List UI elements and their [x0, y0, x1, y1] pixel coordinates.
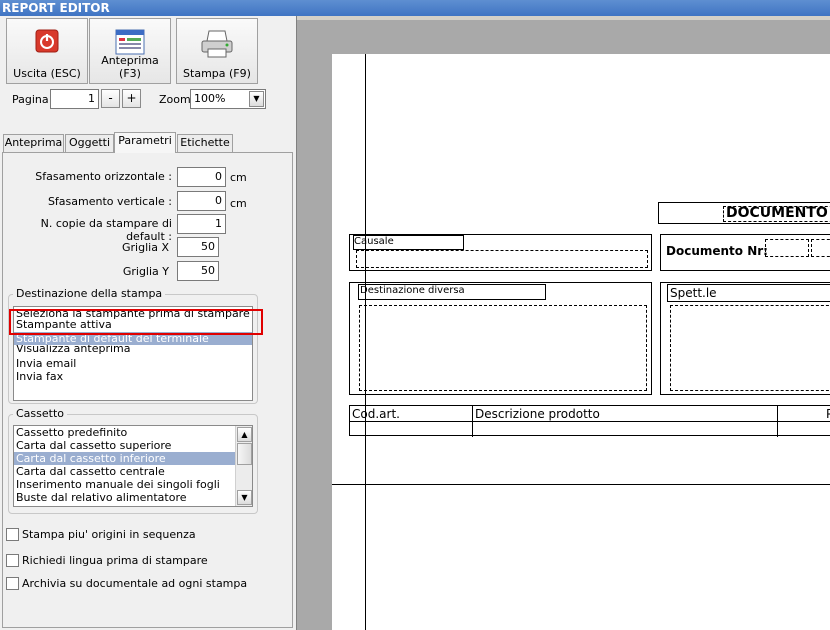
copies-input[interactable]: 1: [177, 214, 226, 234]
guide-line-horizontal: [332, 484, 830, 485]
h-offset-label: Sfasamento orizzontale :: [35, 170, 172, 183]
preview-window-icon: [115, 29, 145, 55]
grid-x-input[interactable]: 50: [177, 237, 219, 257]
print-button[interactable]: Stampa (F9): [176, 18, 258, 84]
exit-button[interactable]: Uscita (ESC): [6, 18, 88, 84]
list-item[interactable]: Cassetto predefinito: [14, 426, 252, 439]
destination-title: Destinazione della stampa: [13, 287, 166, 300]
tab-oggetti[interactable]: Oggetti: [65, 134, 114, 152]
preview-top-strip: [297, 16, 830, 20]
page-next-button[interactable]: +: [122, 89, 141, 108]
causale-field[interactable]: [356, 250, 648, 268]
list-item[interactable]: Buste dal relativo alimentatore: [14, 491, 252, 504]
list-item-selected[interactable]: Carta dal cassetto inferiore: [14, 452, 235, 465]
scroll-down-icon[interactable]: ▼: [237, 490, 252, 505]
archive-document-label: Archivia su documentale ad ogni stampa: [22, 577, 248, 590]
list-item[interactable]: Invia fax: [14, 370, 252, 383]
list-item[interactable]: Visualizza anteprima: [14, 345, 252, 357]
list-item[interactable]: Inserimento manuale dei singoli fogli: [14, 478, 252, 491]
print-label: Stampa (F9): [183, 67, 251, 80]
tab-strip: Anteprima Oggetti Parametri Etichette: [0, 132, 296, 153]
doc-number-label: Documento Nr:: [666, 244, 768, 258]
tray-list[interactable]: Cassetto predefinito Carta dal cassetto …: [13, 425, 253, 507]
window-title: REPORT EDITOR: [0, 0, 830, 16]
list-item[interactable]: Carta dal cassetto superiore: [14, 439, 252, 452]
preview-label: Anteprima (F3): [101, 54, 159, 80]
scroll-thumb[interactable]: [237, 443, 252, 465]
items-col-divider-2: [777, 406, 778, 437]
ask-language-label: Richiedi lingua prima di stampare: [22, 554, 208, 567]
copies-label: N. copie da stampare di default :: [40, 217, 172, 243]
list-item[interactable]: Invia email: [14, 357, 252, 370]
list-item[interactable]: Carta dal cassetto centrale: [14, 465, 252, 478]
col-extra-header: P: [826, 407, 830, 421]
items-col-divider-1: [472, 406, 473, 437]
doc-number-field[interactable]: [765, 239, 809, 257]
preview-area: DOCUMENTO Causale Documento Nr: Destinaz…: [296, 16, 830, 630]
spett-field[interactable]: [670, 305, 830, 391]
causale-label: Causale: [354, 236, 394, 247]
selection-highlight: [9, 309, 263, 335]
tab-anteprima[interactable]: Anteprima: [3, 134, 64, 152]
col-code-header: Cod.art.: [352, 407, 400, 421]
items-header-divider: [350, 421, 830, 422]
grid-y-input[interactable]: 50: [177, 261, 219, 281]
grid-y-label: Griglia Y: [122, 265, 169, 278]
spett-label: Spett.le: [670, 286, 717, 300]
chevron-down-icon[interactable]: ▼: [249, 91, 264, 107]
page-prev-button[interactable]: -: [101, 89, 120, 108]
page-label: Pagina: [12, 93, 49, 106]
destinazione-field[interactable]: [359, 305, 647, 391]
scroll-up-icon[interactable]: ▲: [237, 427, 252, 442]
items-header-box: Cod.art. Descrizione prodotto P: [349, 405, 830, 437]
grid-x-label: Griglia X: [122, 241, 169, 254]
doc-number-box: Documento Nr:: [660, 234, 830, 271]
ask-language-checkbox[interactable]: [6, 554, 19, 567]
exit-label: Uscita (ESC): [13, 67, 81, 80]
power-icon: [35, 29, 59, 53]
tray-title: Cassetto: [13, 407, 68, 420]
tray-scrollbar[interactable]: ▲ ▼: [235, 426, 252, 506]
parametri-panel: Sfasamento orizzontale : 0 cm Sfasamento…: [2, 152, 293, 628]
page-input[interactable]: 1: [50, 89, 99, 109]
doc-title-box: DOCUMENTO: [658, 202, 830, 224]
zoom-value: 100%: [194, 92, 226, 105]
col-desc-header: Descrizione prodotto: [475, 407, 600, 421]
h-offset-input[interactable]: 0: [177, 167, 226, 187]
report-page: DOCUMENTO Causale Documento Nr: Destinaz…: [332, 54, 830, 630]
doc-date-field[interactable]: [811, 239, 830, 257]
spett-box: Spett.le: [660, 282, 830, 395]
tab-parametri[interactable]: Parametri: [114, 132, 176, 153]
zoom-select[interactable]: 100% ▼: [190, 89, 266, 109]
sequence-origins-checkbox[interactable]: [6, 528, 19, 541]
destinazione-label: Destinazione diversa: [360, 285, 465, 296]
doc-title-text: DOCUMENTO: [726, 205, 828, 221]
v-offset-input[interactable]: 0: [177, 191, 226, 211]
preview-button[interactable]: Anteprima (F3): [89, 18, 171, 84]
sequence-origins-label: Stampa piu' origini in sequenza: [22, 528, 196, 541]
h-offset-unit: cm: [230, 171, 247, 184]
v-offset-label: Sfasamento verticale :: [47, 195, 172, 208]
printer-icon: [201, 30, 233, 58]
destinazione-box: Destinazione diversa: [349, 282, 652, 395]
zoom-label: Zoom: [159, 93, 191, 106]
causale-box: Causale: [349, 234, 652, 271]
v-offset-unit: cm: [230, 197, 247, 210]
tray-group: Cassetto Cassetto predefinito Carta dal …: [8, 407, 258, 514]
archive-document-checkbox[interactable]: [6, 577, 19, 590]
tab-etichette[interactable]: Etichette: [177, 134, 233, 152]
